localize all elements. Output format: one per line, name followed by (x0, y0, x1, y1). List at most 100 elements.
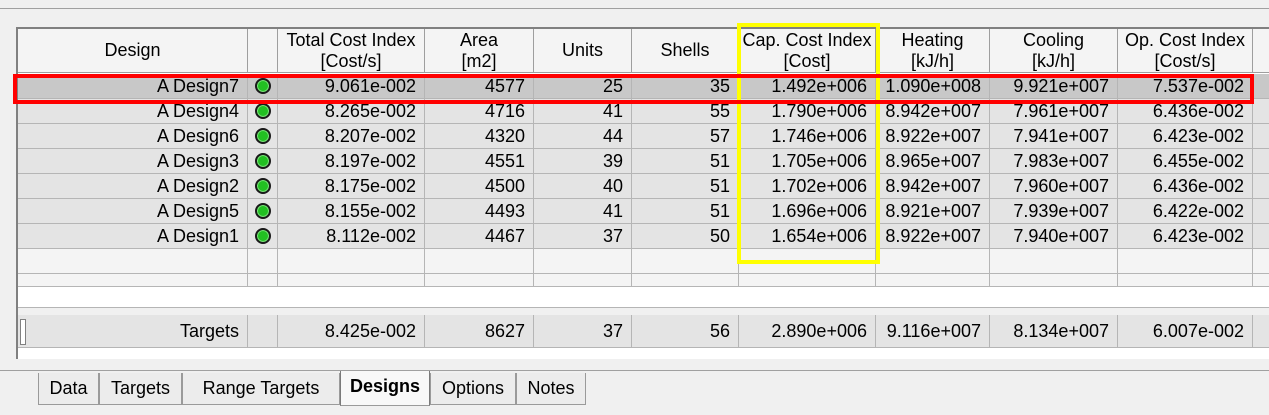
empty-cell[interactable] (1253, 274, 1269, 287)
empty-cell[interactable] (278, 249, 425, 274)
cell-status[interactable] (248, 99, 278, 124)
empty-cell[interactable] (739, 274, 876, 287)
cell-status[interactable] (248, 149, 278, 174)
cell-area[interactable]: 4716 (425, 99, 534, 124)
cell-total-cost-index[interactable]: 8.197e-002 (278, 149, 425, 174)
cell-status[interactable] (248, 199, 278, 224)
cell-status[interactable] (248, 174, 278, 199)
cell-units[interactable]: 40 (534, 174, 632, 199)
cell-cooling[interactable]: 7.960e+007 (990, 174, 1118, 199)
cell-area[interactable]: 4467 (425, 224, 534, 249)
cell-shells[interactable]: 51 (632, 199, 739, 224)
cell-cooling[interactable]: 7.941e+007 (990, 124, 1118, 149)
column-header-cooling[interactable]: Cooling [kJ/h] (990, 29, 1118, 73)
cell-cap-cost-index[interactable]: 1.654e+006 (739, 224, 876, 249)
cell-heating[interactable]: 1.090e+008 (876, 74, 990, 99)
cell-design[interactable]: A Design4 (18, 99, 248, 124)
empty-cell[interactable] (632, 249, 739, 274)
cell-op-cost-index[interactable]: 6.436e-002 (1118, 174, 1253, 199)
cell-heating[interactable]: 8.921e+007 (876, 199, 990, 224)
table-row[interactable]: A Design6 8.207e-002 4320 44 57 1.746e+006 8.9… (18, 124, 1269, 149)
column-header-heating[interactable]: Heating [kJ/h] (876, 29, 990, 73)
table-row[interactable]: A Design2 8.175e-002 4500 40 51 1.702e+006 8.9… (18, 174, 1269, 199)
empty-cell[interactable] (876, 274, 990, 287)
empty-cell[interactable] (1118, 274, 1253, 287)
cell-status[interactable] (248, 74, 278, 99)
empty-cell[interactable] (1253, 249, 1269, 274)
cell-cap-cost-index[interactable]: 1.492e+006 (739, 74, 876, 99)
cell-cap-cost-index[interactable]: 1.696e+006 (739, 199, 876, 224)
cell-units[interactable]: 44 (534, 124, 632, 149)
tab-range-targets[interactable]: Range Targets (182, 373, 340, 405)
column-header-shells[interactable]: Shells (632, 29, 739, 73)
tab-targets[interactable]: Targets (99, 373, 182, 405)
table-row[interactable]: A Design3 8.197e-002 4551 39 51 1.705e+006 8.9… (18, 149, 1269, 174)
cell-heating[interactable]: 8.942e+007 (876, 174, 990, 199)
empty-cell[interactable] (534, 274, 632, 287)
empty-cell[interactable] (248, 249, 278, 274)
cell-status[interactable] (248, 124, 278, 149)
cell-heating[interactable]: 8.965e+007 (876, 149, 990, 174)
cell-op-cost-index[interactable]: 6.422e-002 (1118, 199, 1253, 224)
empty-cell[interactable] (739, 249, 876, 274)
empty-cell[interactable] (18, 249, 248, 274)
empty-cell[interactable] (990, 274, 1118, 287)
empty-cell[interactable] (425, 274, 534, 287)
cell-status[interactable] (248, 224, 278, 249)
cell-units[interactable]: 41 (534, 99, 632, 124)
cell-total-cost-index[interactable]: 8.112e-002 (278, 224, 425, 249)
table-row[interactable]: A Design5 8.155e-002 4493 41 51 1.696e+006 8.9… (18, 199, 1269, 224)
cell-heating[interactable]: 8.942e+007 (876, 99, 990, 124)
empty-row[interactable] (18, 274, 1269, 287)
cell-cooling[interactable]: 7.940e+007 (990, 224, 1118, 249)
empty-cell[interactable] (1118, 249, 1253, 274)
tab-options[interactable]: Options (430, 373, 516, 405)
cell-cap-cost-index[interactable]: 1.702e+006 (739, 174, 876, 199)
empty-row[interactable] (18, 249, 1269, 274)
cell-shells[interactable]: 57 (632, 124, 739, 149)
column-header-design[interactable]: Design (18, 29, 248, 73)
cell-design[interactable]: A Design2 (18, 174, 248, 199)
tab-data[interactable]: Data (38, 373, 99, 405)
cell-total-cost-index[interactable]: 8.175e-002 (278, 174, 425, 199)
cell-op-cost-index[interactable]: 6.423e-002 (1118, 224, 1253, 249)
column-header-status[interactable] (248, 29, 278, 73)
empty-cell[interactable] (632, 274, 739, 287)
cell-cooling[interactable]: 9.921e+007 (990, 74, 1118, 99)
table-row[interactable]: A Design4 8.265e-002 4716 41 55 1.790e+006 8.9… (18, 99, 1269, 124)
empty-cell[interactable] (534, 249, 632, 274)
empty-cell[interactable] (278, 274, 425, 287)
empty-cell[interactable] (248, 274, 278, 287)
cell-design[interactable]: A Design1 (18, 224, 248, 249)
column-header-cap-cost-index[interactable]: Cap. Cost Index [Cost] (739, 29, 876, 73)
cell-cap-cost-index[interactable]: 1.705e+006 (739, 149, 876, 174)
column-header-op-cost-index[interactable]: Op. Cost Index [Cost/s] (1118, 29, 1253, 73)
tab-designs[interactable]: Designs (340, 371, 430, 406)
table-row[interactable]: A Design1 8.112e-002 4467 37 50 1.654e+006 8.9… (18, 224, 1269, 249)
cell-shells[interactable]: 55 (632, 99, 739, 124)
cell-total-cost-index[interactable]: 8.265e-002 (278, 99, 425, 124)
cell-total-cost-index[interactable]: 8.155e-002 (278, 199, 425, 224)
cell-cap-cost-index[interactable]: 1.746e+006 (739, 124, 876, 149)
tab-notes[interactable]: Notes (516, 373, 586, 405)
cell-area[interactable]: 4500 (425, 174, 534, 199)
table-row[interactable]: A Design7 9.061e-002 4577 25 35 1.492e+006 1.0… (18, 74, 1269, 99)
cell-cooling[interactable]: 7.983e+007 (990, 149, 1118, 174)
designs-grid[interactable]: Design Total Cost Index [Cost/s] Area [m2] Un… (16, 27, 1269, 359)
cell-heating[interactable]: 8.922e+007 (876, 224, 990, 249)
cell-op-cost-index[interactable]: 6.436e-002 (1118, 99, 1253, 124)
cell-shells[interactable]: 51 (632, 149, 739, 174)
cell-design[interactable]: A Design3 (18, 149, 248, 174)
cell-total-cost-index[interactable]: 8.207e-002 (278, 124, 425, 149)
cell-shells[interactable]: 50 (632, 224, 739, 249)
cell-design[interactable]: A Design6 (18, 124, 248, 149)
cell-heating[interactable]: 8.922e+007 (876, 124, 990, 149)
cell-op-cost-index[interactable]: 7.537e-002 (1118, 74, 1253, 99)
column-header-units[interactable]: Units (534, 29, 632, 73)
cell-units[interactable]: 41 (534, 199, 632, 224)
column-header-area[interactable]: Area [m2] (425, 29, 534, 73)
cell-area[interactable]: 4551 (425, 149, 534, 174)
cell-cooling[interactable]: 7.961e+007 (990, 99, 1118, 124)
cell-units[interactable]: 39 (534, 149, 632, 174)
cell-design[interactable]: A Design5 (18, 199, 248, 224)
